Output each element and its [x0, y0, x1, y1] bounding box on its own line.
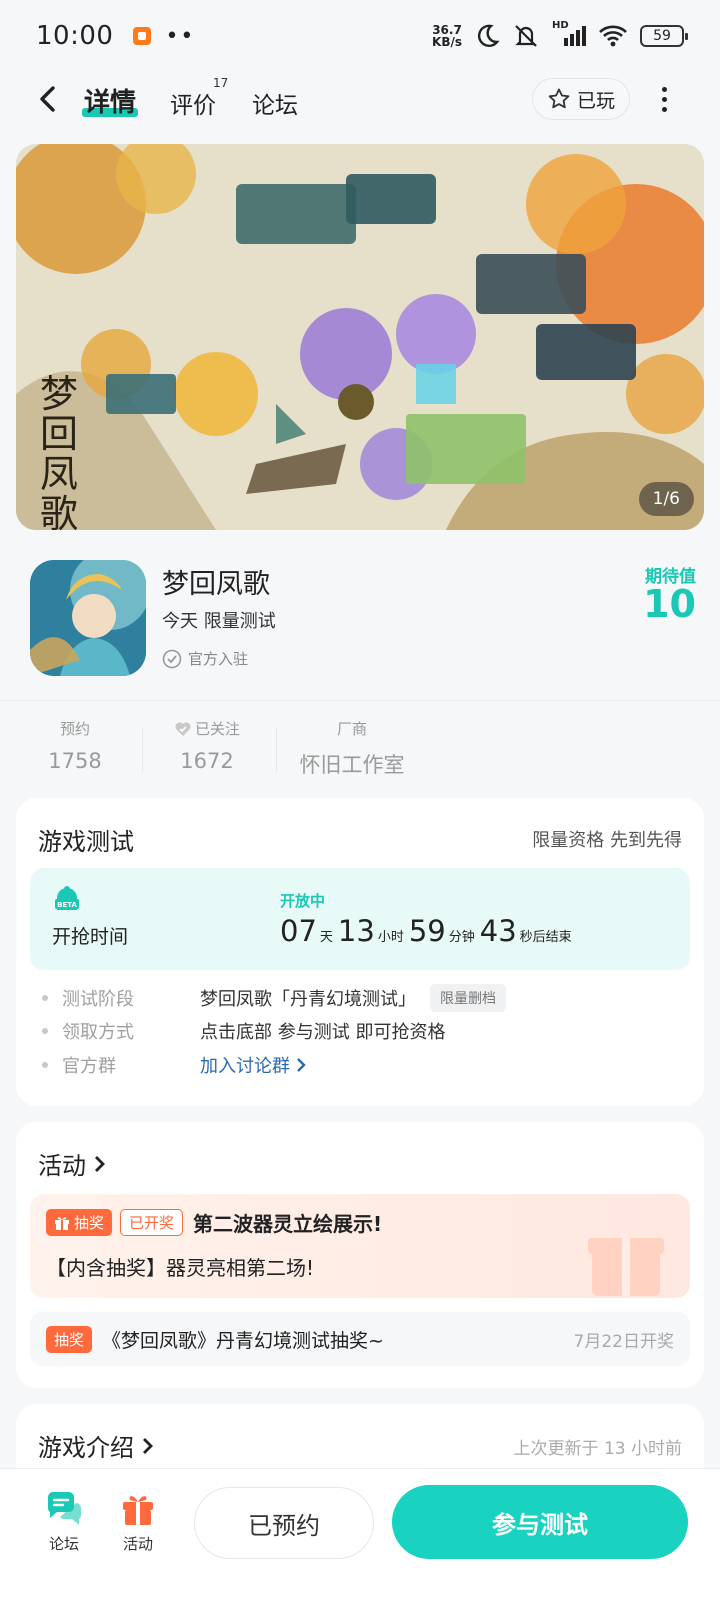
bullet [42, 1062, 48, 1068]
stat-divider [276, 728, 277, 772]
info-row-claim-method: 领取方式 点击底部 参与测试 即可抢资格 [42, 1018, 445, 1044]
heart-check-icon [175, 721, 191, 736]
chevron-right-icon [95, 1155, 105, 1172]
gift-icon [123, 1496, 153, 1525]
more-options-icon[interactable] [652, 84, 676, 114]
mute-icon [515, 25, 537, 47]
wifi-icon [599, 25, 627, 47]
gift-background-icon [588, 1238, 664, 1296]
chevron-right-icon [297, 1058, 306, 1072]
tab-details[interactable]: 详情 [84, 82, 136, 119]
moon-icon [477, 24, 500, 47]
chevron-right-icon [143, 1437, 153, 1454]
test-qualification-note: 限量资格 先到先得 [532, 830, 682, 851]
test-timer-box: BETA 开抢时间 开放中 07 天 13 小时 59 分钟 43 秒后结束 [30, 868, 690, 970]
beta-icon: BETA [55, 886, 79, 910]
lottery-tag: 抽奖 [46, 1325, 93, 1353]
lottery-tag: 抽奖 [46, 1209, 113, 1236]
banner-artwork [16, 144, 704, 530]
battery-indicator: 59 [640, 25, 688, 47]
info-row-test-stage: 测试阶段 梦回凤歌「丹青幻境测试」 限量删档 [42, 984, 506, 1012]
top-nav: 详情 评价 17 论坛 已玩 [0, 72, 720, 128]
reviews-count-badge: 17 [213, 76, 229, 90]
bullet [42, 995, 48, 1001]
activity-shortcut[interactable]: 活动 [108, 1491, 168, 1554]
tab-reviews[interactable]: 评价 [170, 86, 216, 120]
tag-limited: 限量删档 [430, 984, 506, 1012]
status-bar: 10:00 •• 36.7 KB/s HD 59 [0, 0, 720, 72]
activity-title[interactable]: 活动 [38, 1146, 108, 1181]
activity-promo-banner[interactable]: 抽奖 已开奖 第二波器灵立绘展示! 【内含抽奖】器灵亮相第二场! [30, 1194, 690, 1298]
banner-page-counter: 1/6 [638, 482, 694, 516]
drawn-tag: 已开奖 [120, 1209, 184, 1236]
stat-divider [142, 728, 143, 772]
forum-chat-icon [48, 1492, 81, 1525]
timer-label: 开抢时间 [52, 926, 129, 948]
lottery-title: 《梦回凤歌》丹青幻境测试抽奖~ [102, 1329, 384, 1352]
activity-card: 活动 抽奖 已开奖 第二波器灵立绘展示! 【内含抽奖】器灵亮相第二场! 抽奖 《… [16, 1122, 704, 1388]
game-banner-carousel[interactable]: 梦回凤歌 1/6 [16, 144, 704, 530]
played-button[interactable]: 已玩 [532, 78, 630, 120]
bullet [42, 1028, 48, 1034]
svg-text:BETA: BETA [57, 901, 77, 909]
card-title: 游戏测试 [38, 828, 134, 856]
stat-reservations: 预约 1758 [48, 720, 102, 773]
official-badge: 官方入驻 [162, 648, 248, 669]
game-title: 梦回凤歌 [162, 569, 270, 600]
signal-icon: HD [552, 20, 586, 48]
promo-title: 第二波器灵立绘展示! [193, 1212, 383, 1236]
more-notifications-icon: •• [165, 23, 196, 49]
info-row-official-group: 官方群 加入讨论群 [42, 1052, 308, 1078]
game-subtitle: 今天 限量测试 [162, 611, 276, 632]
app-notification-icon [133, 27, 152, 45]
star-icon [548, 88, 570, 109]
join-test-button[interactable]: 参与测试 [392, 1485, 688, 1559]
countdown: 07 天 13 小时 59 分钟 43 秒后结束 [280, 914, 572, 948]
bottom-action-bar: 论坛 活动 已预约 参与测试 [0, 1468, 720, 1600]
banner-logo: 梦回凤歌 [40, 372, 79, 530]
divider [0, 700, 720, 701]
status-time: 10:00 [36, 21, 114, 51]
check-circle-icon [162, 649, 182, 668]
lottery-item[interactable]: 抽奖 《梦回凤歌》丹青幻境测试抽奖~ 7月22日开奖 [30, 1312, 690, 1366]
tab-forum[interactable]: 论坛 [252, 86, 298, 120]
lottery-date: 7月22日开奖 [573, 1331, 674, 1352]
played-label: 已玩 [576, 89, 615, 112]
intro-title[interactable]: 游戏介绍 [38, 1428, 156, 1463]
reserved-button[interactable]: 已预约 [194, 1487, 374, 1559]
back-arrow-icon[interactable] [34, 84, 64, 114]
gift-icon [55, 1216, 69, 1230]
stat-followers[interactable]: 已关注 1672 [164, 718, 250, 773]
stat-publisher[interactable]: 厂商 怀旧工作室 [290, 718, 414, 779]
game-test-card: 游戏测试 限量资格 先到先得 BETA 开抢时间 开放中 07 天 13 小时 59… [16, 798, 704, 1106]
forum-shortcut[interactable]: 论坛 [34, 1491, 94, 1554]
game-app-icon[interactable] [30, 560, 146, 676]
promo-description: 【内含抽奖】器灵亮相第二场! [46, 1256, 315, 1280]
open-status: 开放中 [280, 892, 326, 910]
expectation-value: 10 [643, 582, 696, 626]
intro-updated-time: 上次更新于 13 小时前 [513, 1439, 682, 1459]
join-group-link[interactable]: 加入讨论群 [200, 1052, 308, 1078]
network-speed: 36.7 KB/s [432, 23, 462, 49]
